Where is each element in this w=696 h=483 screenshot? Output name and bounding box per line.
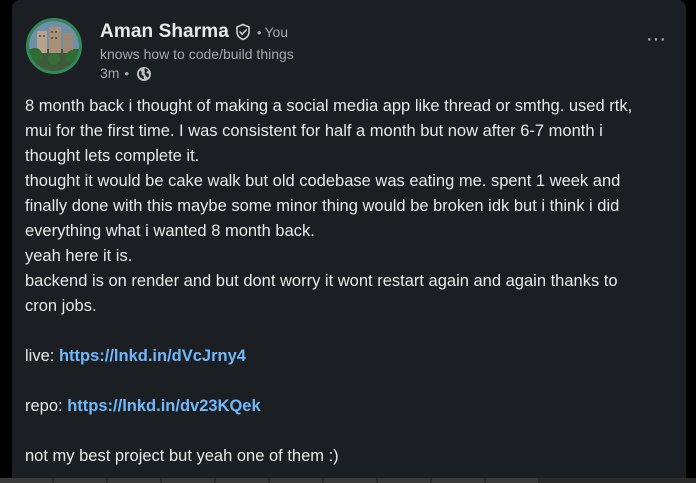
globe-icon — [136, 66, 152, 82]
taskbar-item[interactable] — [270, 478, 322, 483]
taskbar-item[interactable] — [432, 478, 484, 483]
taskbar-item[interactable] — [162, 478, 214, 483]
repo-link-line: repo: https://lnkd.in/dv23KQek — [25, 394, 685, 419]
verified-badge-icon — [234, 23, 252, 41]
live-link[interactable]: https://lnkd.in/dVcJrny4 — [59, 347, 246, 365]
post-line: backend is on render and but dont worry … — [25, 272, 618, 290]
post-header: Aman Sharma • You knows how to code/buil… — [26, 18, 686, 88]
author-meta: Aman Sharma • You knows how to code/buil… — [100, 19, 294, 83]
author-name-row: Aman Sharma • You — [100, 19, 294, 45]
separator-dot: • — [124, 66, 130, 81]
separator-dot: • — [256, 24, 262, 40]
taskbar-item[interactable] — [0, 478, 52, 483]
post-line: cron jobs. — [25, 297, 97, 315]
post-options-button[interactable]: ··· — [644, 29, 668, 54]
taskbar-strip — [0, 478, 696, 483]
post-card: Aman Sharma • You knows how to code/buil… — [12, 0, 686, 483]
taskbar-item[interactable] — [324, 478, 376, 483]
post-line: 8 month back i thought of making a socia… — [25, 97, 633, 115]
author-name[interactable]: Aman Sharma — [100, 21, 229, 43]
live-label: live: — [25, 347, 55, 365]
taskbar-item[interactable] — [378, 478, 430, 483]
repo-label: repo: — [25, 397, 63, 415]
taskbar-item[interactable] — [486, 478, 538, 483]
post-line: thought it would be cake walk but old co… — [25, 172, 621, 190]
post-line: mui for the first time. I was consistent… — [25, 122, 603, 140]
author-headline: knows how to code/build things — [100, 46, 294, 62]
post-body: 8 month back i thought of making a socia… — [25, 94, 685, 469]
post-time: 3m — [100, 65, 120, 81]
taskbar-item[interactable] — [108, 478, 160, 483]
post-line: everything what i wanted 8 month back. — [25, 222, 315, 240]
post-line: finally done with this maybe some minor … — [25, 197, 620, 215]
post-line: thought lets complete it. — [25, 147, 200, 165]
post-time-row: 3m • — [100, 64, 294, 83]
taskbar-item[interactable] — [54, 478, 106, 483]
post-line: yeah here it is. — [25, 247, 133, 265]
avatar[interactable] — [26, 18, 82, 74]
repo-link[interactable]: https://lnkd.in/dv23KQek — [67, 397, 260, 415]
closing-line: not my best project but yeah one of them… — [25, 447, 339, 465]
live-link-line: live: https://lnkd.in/dVcJrny4 — [25, 344, 685, 369]
taskbar-item[interactable] — [216, 478, 268, 483]
relation-label: You — [264, 24, 289, 40]
